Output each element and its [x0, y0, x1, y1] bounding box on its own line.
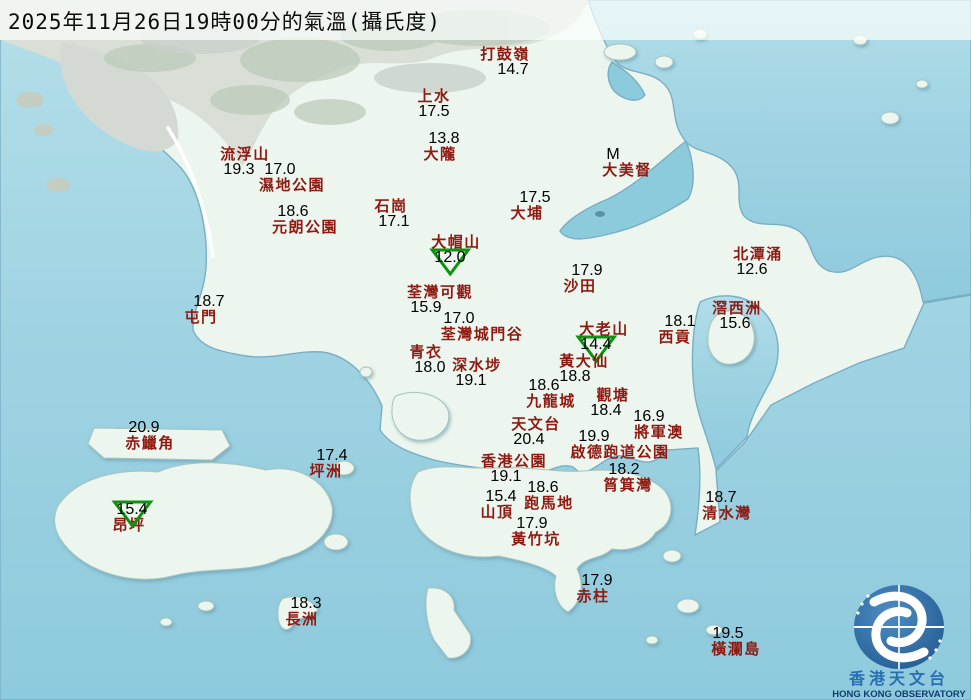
station-temp: 18.1	[663, 314, 696, 330]
station-name: 黃竹坑	[511, 532, 561, 547]
station-name: 啟德跑道公園	[570, 445, 669, 460]
station-temp: 19.1	[446, 373, 496, 389]
station-name: 荃灣可觀	[407, 285, 473, 300]
station-temp: 17.0	[418, 311, 501, 327]
station-temp: 18.4	[589, 403, 622, 419]
station-name: 流浮山	[220, 147, 270, 162]
station-青衣: 青衣18.0	[409, 345, 442, 377]
station-石崗: 石崗17.1	[374, 199, 407, 231]
station-temp: 12.6	[727, 262, 777, 278]
station-name: 跑馬地	[524, 496, 574, 511]
station-temp: 17.9	[570, 263, 603, 279]
station-坪洲: 17.4坪洲	[309, 448, 342, 480]
station-赤柱: 17.9赤柱	[576, 573, 609, 605]
station-黃竹坑: 17.9黃竹坑	[511, 516, 561, 548]
station-temp: 17.9	[507, 516, 557, 532]
station-temp: 15.4	[484, 489, 517, 505]
station-北潭涌: 北潭涌12.6	[733, 247, 783, 279]
station-temp: 19.5	[703, 626, 753, 642]
station-name: 上水	[417, 89, 450, 104]
station-橫瀾島: 19.5橫瀾島	[711, 626, 761, 658]
station-name: 石崗	[374, 199, 407, 214]
stations-layer: 打鼓嶺14.7上水17.513.8大隴M大美督流浮山19.317.0濕地公園18…	[0, 0, 971, 700]
station-深水埗: 深水埗19.1	[452, 358, 502, 390]
station-筲箕灣: 18.2筲箕灣	[603, 462, 653, 494]
station-name: 清水灣	[702, 506, 752, 521]
station-temp: 18.3	[289, 596, 322, 612]
station-name: 濕地公園	[259, 178, 325, 193]
station-temp: 14.7	[488, 62, 538, 78]
station-temp: 18.6	[519, 378, 569, 394]
station-大隴: 13.8大隴	[423, 131, 456, 163]
station-temp: 17.0	[247, 162, 313, 178]
station-name: 青衣	[409, 345, 442, 360]
station-name: 打鼓嶺	[480, 47, 530, 62]
station-大老山: 大老山14.4	[579, 322, 629, 354]
station-name: 九龍城	[526, 394, 576, 409]
station-沙田: 17.9沙田	[563, 263, 596, 295]
station-temp: 13.8	[427, 131, 460, 147]
station-name: 赤柱	[576, 589, 609, 604]
station-name: 大埔	[510, 206, 543, 221]
station-大帽山: 大帽山12.0	[431, 235, 481, 267]
station-濕地公園: 17.0濕地公園	[259, 162, 325, 194]
station-元朗公園: 18.6元朗公園	[272, 204, 338, 236]
station-name: 橫瀾島	[711, 642, 761, 657]
station-name: 觀塘	[596, 388, 629, 403]
hko-temperature-map-screen: 香港天文台 HONG KONG OBSERVATORY 2025年11月26日1…	[0, 0, 971, 700]
low-temp-triangle-icon	[427, 243, 473, 277]
station-name: 黃大仙	[559, 354, 609, 369]
station-name: 西貢	[658, 330, 691, 345]
station-name: 滘西洲	[712, 301, 762, 316]
station-name: 坪洲	[309, 464, 342, 479]
station-name: 北潭涌	[733, 247, 783, 262]
station-赤鱲角: 20.9赤鱲角	[125, 420, 175, 452]
station-temp: 18.7	[192, 294, 225, 310]
station-name: 深水埗	[452, 358, 502, 373]
station-temp: 12.0	[425, 250, 475, 266]
station-temp: 17.1	[377, 214, 410, 230]
station-大美督: M大美督	[602, 147, 652, 179]
station-name: 大隴	[423, 147, 456, 162]
station-長洲: 18.3長洲	[285, 596, 318, 628]
station-啟德跑道公園: 19.9啟德跑道公園	[570, 429, 669, 461]
station-昂坪: 15.4昂坪	[112, 502, 145, 534]
station-name: 筲箕灣	[603, 478, 653, 493]
station-temp: 20.9	[119, 420, 169, 436]
station-temp: 15.6	[710, 316, 760, 332]
low-temp-triangle-icon	[109, 495, 155, 529]
station-temp: 18.0	[413, 360, 446, 376]
station-temp: 18.7	[696, 490, 746, 506]
station-name: 荃灣城門谷	[441, 327, 524, 342]
station-temp: 17.5	[417, 104, 450, 120]
station-temp: 17.4	[315, 448, 348, 464]
station-打鼓嶺: 打鼓嶺14.7	[480, 47, 530, 79]
station-九龍城: 18.6九龍城	[526, 378, 576, 410]
station-屯門: 18.7屯門	[184, 294, 217, 326]
station-跑馬地: 18.6跑馬地	[524, 480, 574, 512]
station-name: 大美督	[602, 163, 652, 178]
station-temp: M	[588, 147, 638, 163]
station-滘西洲: 滘西洲15.6	[712, 301, 762, 333]
station-name: 屯門	[184, 310, 217, 325]
station-name: 沙田	[563, 279, 596, 294]
station-temp: 15.4	[115, 502, 148, 518]
station-name: 香港公園	[481, 454, 547, 469]
station-上水: 上水17.5	[417, 89, 450, 121]
station-temp: 18.6	[518, 480, 568, 496]
station-temp: 18.2	[599, 462, 649, 478]
station-大埔: 17.5大埔	[510, 190, 543, 222]
station-temp: 16.9	[624, 409, 674, 425]
station-temp: 17.5	[518, 190, 551, 206]
station-清水灣: 18.7清水灣	[702, 490, 752, 522]
station-name: 赤鱲角	[125, 436, 175, 451]
station-temp: 18.6	[260, 204, 326, 220]
station-荃灣城門谷: 17.0荃灣城門谷	[441, 311, 524, 343]
station-name: 元朗公園	[272, 220, 338, 235]
station-temp: 19.9	[544, 429, 643, 445]
station-temp: 17.9	[580, 573, 613, 589]
station-name: 長洲	[285, 612, 318, 627]
station-西貢: 18.1西貢	[658, 314, 691, 346]
